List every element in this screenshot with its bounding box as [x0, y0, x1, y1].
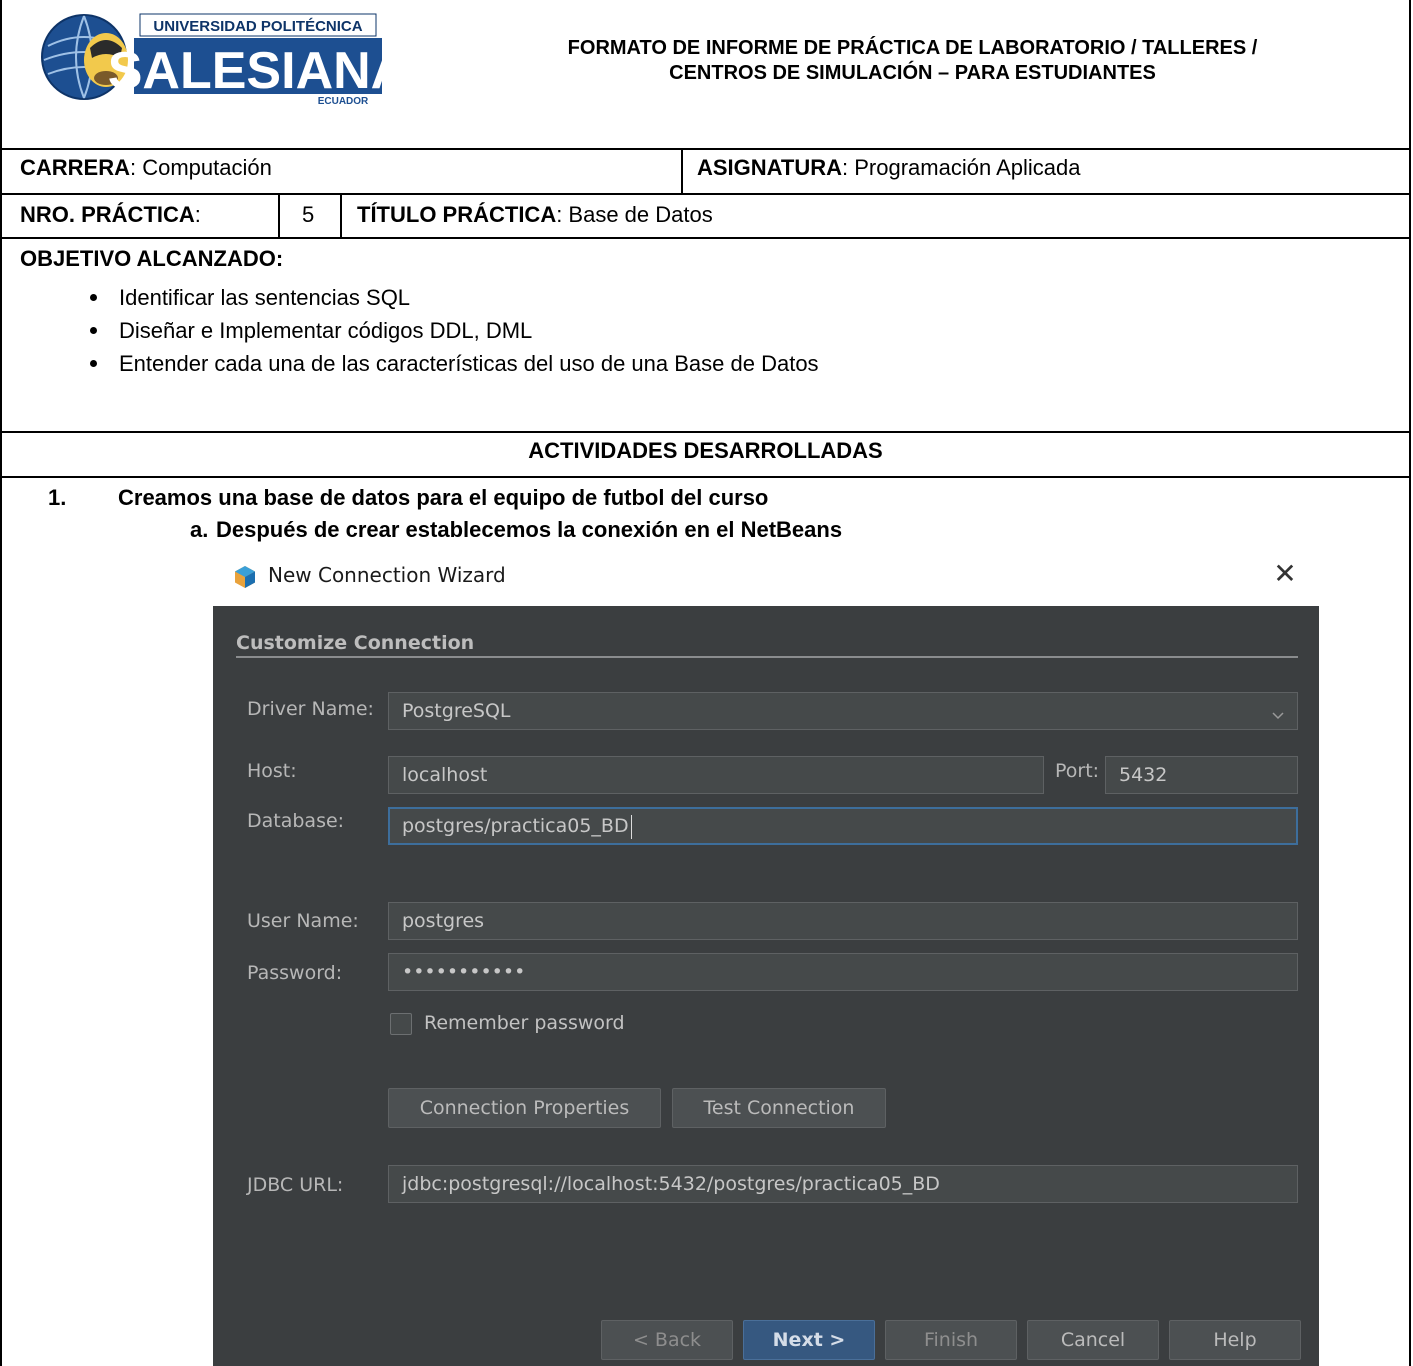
asignatura-cell: ASIGNATURA: Programación Aplicada: [697, 155, 1081, 181]
section-divider: [236, 656, 1298, 658]
border-objetivo-bottom: [0, 431, 1411, 433]
dialog-title: New Connection Wizard: [268, 563, 506, 587]
back-button[interactable]: < Back: [601, 1320, 733, 1360]
step-1-number: 1.: [48, 485, 67, 510]
close-icon[interactable]: ✕: [1269, 556, 1301, 592]
border-left: [0, 0, 2, 1366]
user-name-value: postgres: [402, 910, 485, 932]
next-button[interactable]: Next >: [743, 1320, 875, 1360]
objetivo-heading: OBJETIVO ALCANZADO:: [20, 246, 284, 271]
text-cursor: [630, 814, 632, 839]
svg-text:ECUADOR: ECUADOR: [318, 96, 369, 106]
step-1a-number: a.: [190, 517, 209, 542]
border-row2-bottom: [0, 237, 1411, 239]
actividades-heading: ACTIVIDADES DESARROLLADAS: [528, 438, 883, 463]
driver-name-value: PostgreSQL: [402, 700, 511, 722]
finish-button[interactable]: Finish: [885, 1320, 1017, 1360]
carrera-cell: CARRERA: Computación: [20, 155, 272, 181]
list-item: Diseñar e Implementar códigos DDL, DML: [90, 317, 819, 350]
new-connection-wizard-dialog: New Connection Wizard ✕ Customize Connec…: [213, 546, 1319, 1366]
nro-practica-value: 5: [302, 202, 315, 227]
jdbc-url-field[interactable]: jdbc:postgresql://localhost:5432/postgre…: [388, 1165, 1298, 1203]
svg-text:UNIVERSIDAD POLITÉCNICA: UNIVERSIDAD POLITÉCNICA: [153, 18, 362, 35]
title-line-1: FORMATO DE INFORME DE PRÁCTICA DE LABORA…: [567, 37, 1258, 59]
border-vert-titulo: [340, 194, 342, 238]
asignatura-value: : Programación Aplicada: [842, 155, 1081, 180]
dialog-titlebar: New Connection Wizard ✕: [213, 546, 1319, 606]
step-1a-text: Después de crear establecemos la conexió…: [216, 517, 843, 542]
title-line-2: CENTROS DE SIMULACIÓN – PARA ESTUDIANTES: [669, 62, 1156, 84]
test-connection-button[interactable]: Test Connection: [672, 1088, 886, 1128]
objetivo-list: Identificar las sentencias SQL Diseñar e…: [90, 284, 819, 383]
port-input[interactable]: 5432: [1105, 756, 1298, 794]
connection-properties-button[interactable]: Connection Properties: [388, 1088, 661, 1128]
host-value: localhost: [402, 764, 488, 786]
titulo-practica-label: TÍTULO PRÁCTICA: [357, 202, 557, 227]
cancel-button[interactable]: Cancel: [1027, 1320, 1159, 1360]
user-name-label: User Name:: [247, 910, 359, 932]
jdbc-url-label: JDBC URL:: [247, 1174, 344, 1196]
nro-practica-sep: :: [194, 202, 201, 227]
border-header-bottom: [0, 148, 1411, 150]
database-input[interactable]: postgres/practica05_BD: [388, 807, 1298, 845]
titulo-practica-value: : Base de Datos: [556, 202, 713, 227]
page-title: FORMATO DE INFORME DE PRÁCTICA DE LABORA…: [420, 36, 1405, 86]
list-item: Identificar las sentencias SQL: [90, 284, 819, 317]
driver-name-label: Driver Name:: [247, 698, 374, 720]
jdbc-url-value: jdbc:postgresql://localhost:5432/postgre…: [402, 1173, 940, 1195]
border-actividades-bottom: [0, 476, 1411, 478]
user-name-input[interactable]: postgres: [388, 902, 1298, 940]
border-row1-bottom: [0, 193, 1411, 195]
password-label: Password:: [247, 962, 343, 984]
password-value: •••••••••••: [402, 961, 526, 983]
nro-practica-label: NRO. PRÁCTICA: [20, 202, 195, 227]
step-1-text: Creamos una base de datos para el equipo…: [118, 485, 769, 510]
nro-practica-cell: NRO. PRÁCTICA:: [20, 202, 201, 228]
asignatura-label: ASIGNATURA: [697, 155, 843, 180]
database-value: postgres/practica05_BD: [402, 815, 629, 837]
host-label: Host:: [247, 760, 297, 782]
titulo-practica-cell: TÍTULO PRÁCTICA: Base de Datos: [357, 202, 713, 228]
list-item: Entender cada una de las características…: [90, 350, 819, 383]
port-value: 5432: [1119, 764, 1168, 786]
database-label: Database:: [247, 810, 345, 832]
carrera-label: CARRERA: [20, 155, 130, 180]
help-button[interactable]: Help: [1169, 1320, 1301, 1360]
border-vert-nro: [278, 194, 280, 238]
host-input[interactable]: localhost: [388, 756, 1044, 794]
driver-name-select[interactable]: PostgreSQL: [388, 692, 1298, 730]
university-logo: UNIVERSIDAD POLITÉCNICA SALESIANA ECUADO…: [34, 8, 408, 107]
netbeans-icon: [233, 565, 257, 594]
chevron-down-icon: [1271, 699, 1285, 735]
border-vert-asignatura: [681, 149, 683, 194]
svg-text:SALESIANA: SALESIANA: [108, 42, 386, 100]
port-label: Port:: [1055, 760, 1100, 782]
remember-password-checkbox[interactable]: [390, 1013, 412, 1035]
border-right: [1409, 0, 1411, 1366]
section-heading: Customize Connection: [236, 632, 475, 654]
password-input[interactable]: •••••••••••: [388, 953, 1298, 991]
carrera-value: : Computación: [130, 155, 272, 180]
remember-password-label[interactable]: Remember password: [424, 1012, 625, 1034]
